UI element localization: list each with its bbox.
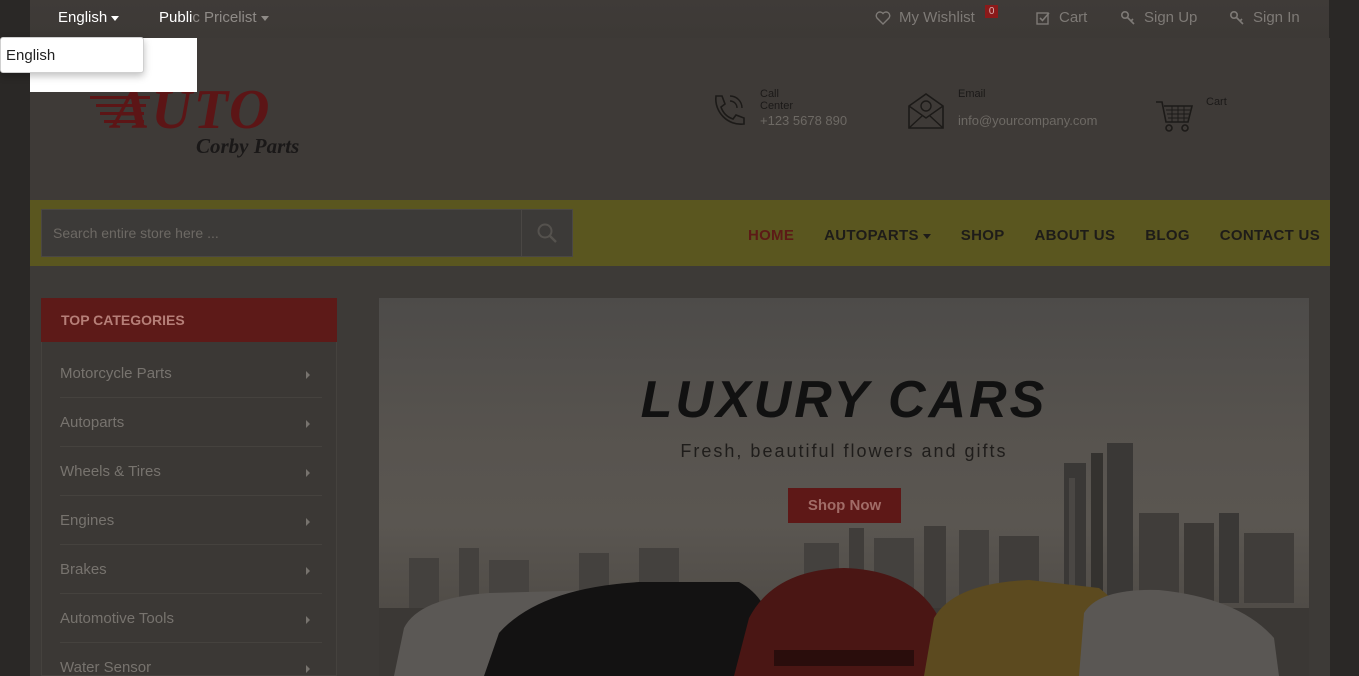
- city-skyline-image: [379, 443, 1309, 676]
- main-nav-bar: HOME AUTOPARTS SHOP ABOUT US BLOG CONTAC…: [30, 200, 1330, 266]
- wishlist-link[interactable]: My Wishlist 0: [875, 5, 999, 26]
- search-box: [41, 209, 573, 257]
- signin-label: Sign In: [1253, 9, 1300, 26]
- caret-right-icon: [306, 518, 310, 526]
- call-center-label: Call Center: [760, 88, 794, 112]
- backdrop-edge-left: [0, 0, 30, 676]
- category-label: Wheels & Tires: [60, 463, 161, 480]
- backdrop-edge-right: [1329, 0, 1359, 676]
- category-item[interactable]: Engines: [60, 496, 322, 545]
- email-value: info@yourcompany.com: [958, 113, 1098, 128]
- cart-label: Cart: [1059, 9, 1088, 26]
- heart-icon: [875, 10, 891, 25]
- envelope-icon: [908, 93, 944, 129]
- wishlist-label: My Wishlist: [899, 9, 975, 26]
- language-dropdown-menu: English: [0, 37, 144, 73]
- caret-right-icon: [306, 420, 310, 428]
- key-icon: [1120, 10, 1135, 25]
- category-label: Brakes: [60, 561, 107, 578]
- cart-link[interactable]: Cart: [1035, 9, 1087, 26]
- menu-autoparts-label: AUTOPARTS: [824, 227, 919, 244]
- wishlist-count-badge: 0: [984, 5, 999, 18]
- language-selector[interactable]: English: [58, 9, 120, 26]
- menu-shop[interactable]: SHOP: [961, 227, 1005, 244]
- banner-title: LUXURY CARS: [640, 371, 1048, 429]
- email-label: Email: [958, 88, 986, 100]
- menu-home[interactable]: HOME: [748, 227, 794, 244]
- menu-about[interactable]: ABOUT US: [1035, 227, 1116, 244]
- category-label: Motorcycle Parts: [60, 365, 172, 382]
- phone-icon: [715, 95, 745, 125]
- pricelist-label-visible: Publi: [159, 9, 193, 26]
- caret-right-icon: [306, 371, 310, 379]
- caret-right-icon: [306, 665, 310, 673]
- header-cart-label: Cart: [1206, 96, 1227, 108]
- category-item[interactable]: Automotive Tools: [60, 594, 322, 643]
- hero-banner: LUXURY CARS Fresh, beautiful flowers and…: [379, 298, 1309, 676]
- key-icon: [1229, 10, 1244, 25]
- site-header: AUTO Corby Parts Call Center +123 5678 8…: [30, 38, 1330, 200]
- search-icon: [537, 223, 557, 243]
- shop-now-button[interactable]: Shop Now: [788, 488, 901, 523]
- category-label: Autoparts: [60, 414, 125, 431]
- chevron-down-icon: [260, 15, 269, 21]
- category-item[interactable]: Wheels & Tires: [60, 447, 322, 496]
- search-input[interactable]: [42, 210, 522, 256]
- language-option-english[interactable]: English: [6, 47, 55, 64]
- top-bar: English Public Pricelist My Wishlist 0 Ca…: [0, 0, 1359, 38]
- call-center-value: +123 5678 890: [760, 113, 848, 128]
- category-label: Water Sensor: [60, 659, 152, 676]
- logo-subtext: Corby Parts: [196, 134, 300, 158]
- menu-contact[interactable]: CONTACT US: [1220, 227, 1320, 244]
- chevron-down-icon: [922, 233, 931, 239]
- main-menu: HOME AUTOPARTS SHOP ABOUT US BLOG CONTAC…: [748, 227, 1320, 244]
- shopping-cart-icon: [1156, 101, 1194, 132]
- category-label: Engines: [60, 512, 115, 529]
- category-item[interactable]: Water Sensor: [60, 643, 322, 676]
- chevron-down-icon: [111, 15, 120, 21]
- language-label: English: [58, 9, 108, 26]
- category-label: Automotive Tools: [60, 610, 174, 627]
- signin-link[interactable]: Sign In: [1229, 9, 1300, 26]
- pricelist-selector[interactable]: Public Pricelist: [159, 9, 269, 26]
- category-item[interactable]: Autoparts: [60, 398, 322, 447]
- menu-autoparts[interactable]: AUTOPARTS: [824, 227, 931, 244]
- category-item[interactable]: Brakes: [60, 545, 322, 594]
- banner-subtitle: Fresh, beautiful flowers and gifts: [680, 441, 1008, 461]
- category-item[interactable]: Motorcycle Parts: [60, 349, 322, 398]
- menu-blog[interactable]: BLOG: [1145, 227, 1190, 244]
- pricelist-label-rest: c Pricelist: [192, 9, 257, 26]
- caret-right-icon: [306, 616, 310, 624]
- top-categories-title: TOP CATEGORIES: [41, 298, 337, 342]
- top-categories-panel: TOP CATEGORIES Motorcycle Parts Autopart…: [41, 298, 337, 676]
- check-square-icon: [1036, 11, 1050, 25]
- signup-link[interactable]: Sign Up: [1120, 9, 1197, 26]
- signup-label: Sign Up: [1144, 9, 1198, 26]
- caret-right-icon: [306, 469, 310, 477]
- search-button[interactable]: [521, 210, 572, 256]
- caret-right-icon: [306, 567, 310, 575]
